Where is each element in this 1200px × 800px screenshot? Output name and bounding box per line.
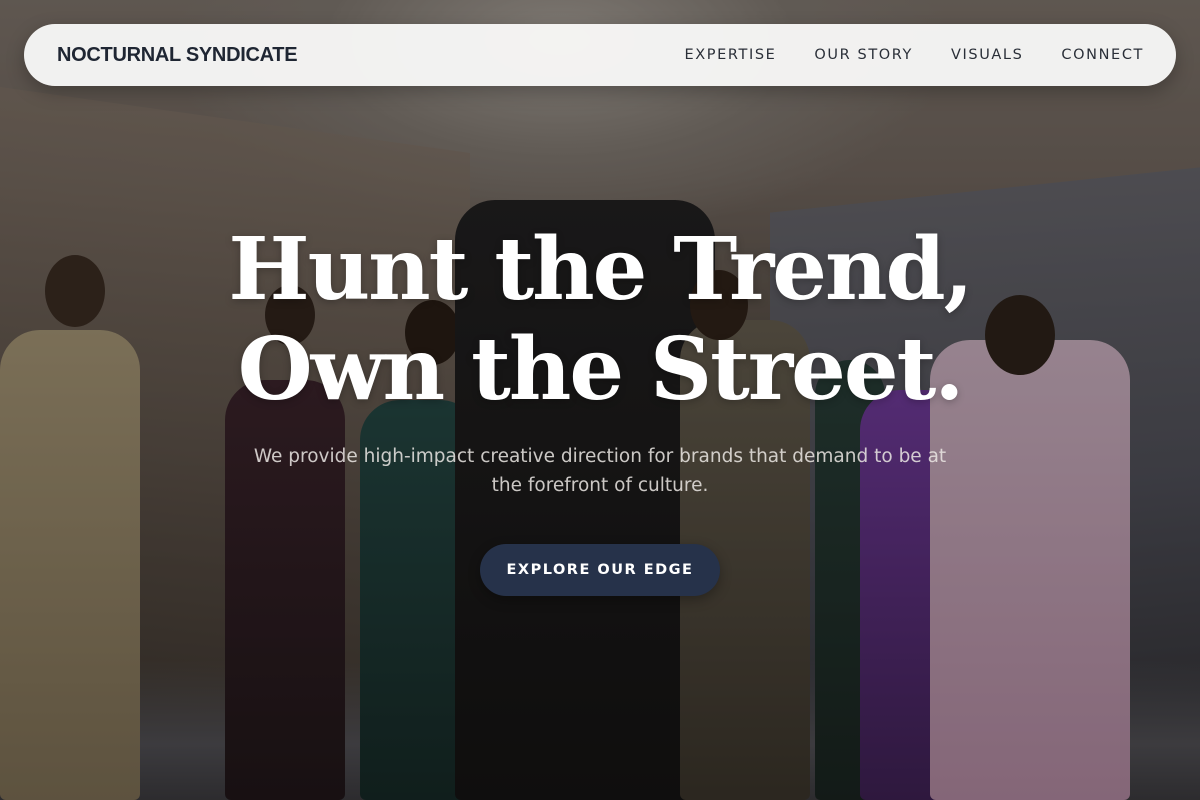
- nav-link-visuals[interactable]: VISUALS: [951, 47, 1023, 63]
- nav-links: EXPERTISE OUR STORY VISUALS CONNECT: [646, 47, 1144, 63]
- hero-section: Hunt the Trend, Own the Street. We provi…: [0, 220, 1200, 596]
- hero-subtitle: We provide high-impact creative directio…: [253, 446, 947, 496]
- nav-link-our-story[interactable]: OUR STORY: [814, 47, 913, 63]
- hero-headline: Hunt the Trend, Own the Street.: [0, 220, 1200, 420]
- hero-headline-line-2: Own the Street.: [237, 319, 965, 420]
- nav-link-expertise[interactable]: EXPERTISE: [684, 47, 776, 63]
- explore-our-edge-button[interactable]: EXPLORE OUR EDGE: [480, 544, 720, 596]
- nav-link-connect[interactable]: CONNECT: [1061, 47, 1144, 63]
- top-navigation-bar: NOCTURNAL SYNDICATE EXPERTISE OUR STORY …: [24, 24, 1176, 86]
- brand-logo-text[interactable]: NOCTURNAL SYNDICATE: [57, 44, 298, 67]
- hero-headline-line-1: Hunt the Trend,: [228, 219, 973, 320]
